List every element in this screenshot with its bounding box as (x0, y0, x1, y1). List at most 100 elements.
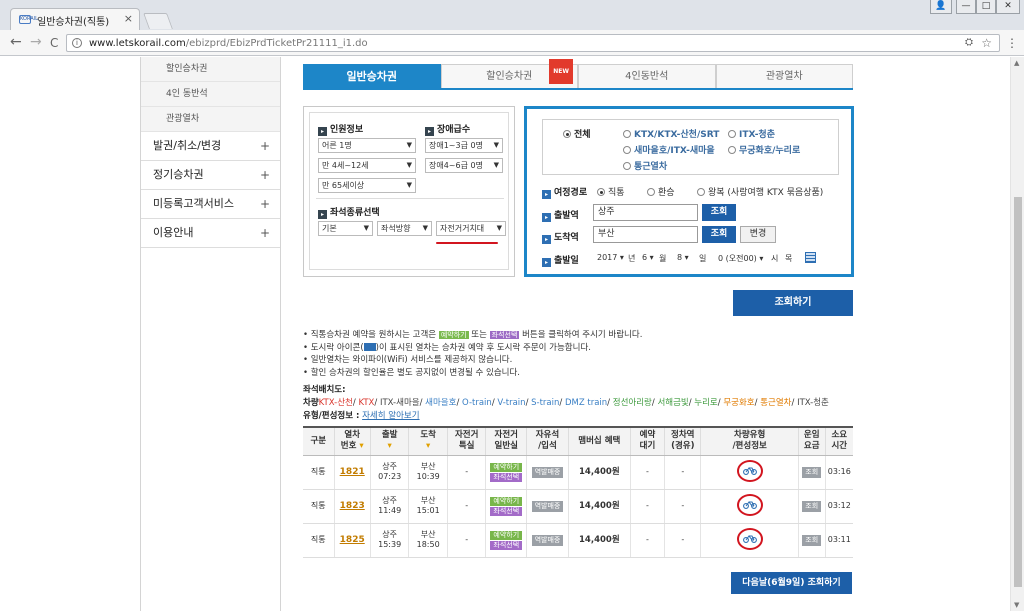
disability-1-3-select[interactable]: 장애1~3급 0명 ▼ (425, 138, 503, 153)
formation-info-link[interactable]: 자세히 알아보기 (362, 411, 419, 421)
row-vehicle-type[interactable] (700, 523, 799, 558)
legend-link[interactable]: 누리로 (694, 398, 717, 408)
year-select[interactable]: 2017 ▾ (597, 253, 624, 262)
tab-tour-train[interactable]: 관광열차 (715, 64, 853, 88)
sidebar-item-season-ticket[interactable]: 정기승차권 + (141, 161, 280, 190)
route-roundtrip-radio[interactable]: 왕복 (사랑여행 KTX 묶음상품) (697, 185, 823, 198)
browser-tab[interactable]: KORAIL 일반승차권(직통) × (10, 8, 140, 30)
seat-direction-select[interactable]: 좌석방향 ▼ (377, 221, 432, 236)
row-train-no[interactable]: 1823 (334, 489, 371, 524)
tab-4seat[interactable]: 4인동반석 (578, 64, 716, 88)
arrival-search-button[interactable]: 조회 (702, 226, 736, 243)
legend-link[interactable]: 정선아리랑 (613, 398, 652, 408)
seat-basic-select[interactable]: 기본 ▼ (318, 221, 373, 236)
maximize-button[interactable]: □ (976, 0, 996, 14)
sidebar-item-guest-service[interactable]: 미등록고객서비스 + (141, 190, 280, 219)
hour-select[interactable]: 0 (오전00) ▾ (718, 253, 763, 264)
tab-title: 일반승차권(직통) (37, 17, 110, 28)
month-select[interactable]: 6 ▾ (642, 253, 654, 262)
bicycle-highlight[interactable] (736, 527, 763, 550)
row-vehicle-type[interactable] (700, 455, 799, 490)
reserve-button[interactable]: 예약하기 (490, 463, 523, 472)
legend-link[interactable]: ITX-청춘 (797, 398, 829, 408)
forward-arrow-icon[interactable]: → (30, 35, 42, 49)
next-day-button[interactable]: 다음날(6월9일) 조회하기 (731, 572, 852, 594)
seat-select-button[interactable]: 좌석선택 (490, 473, 523, 482)
tab-close-icon[interactable]: × (124, 12, 133, 25)
reserve-button[interactable]: 예약하기 (490, 497, 523, 506)
tab-general-ticket[interactable]: 일반승차권 (303, 64, 441, 88)
legend-link[interactable]: 새마을호 (425, 398, 456, 408)
departure-input[interactable]: 상주 (593, 204, 698, 221)
train-type-all-radio[interactable]: 전체 (563, 127, 591, 140)
legend-link[interactable]: ITX-새마을 (380, 398, 420, 408)
info-icon[interactable]: i (72, 38, 82, 48)
col-membership: 맴버십 혜택 (568, 426, 631, 456)
departure-search-button[interactable]: 조회 (702, 204, 736, 221)
child-select[interactable]: 만 4세~12세 ▼ (318, 158, 416, 173)
seat-select-button[interactable]: 좌석선택 (490, 507, 523, 516)
train-type-mugunghwa-radio[interactable]: 무궁화호/누리로 (728, 143, 800, 156)
row-train-no[interactable]: 1821 (334, 455, 371, 490)
scroll-down-icon[interactable]: ▼ (1014, 601, 1019, 609)
fare-lookup-button[interactable]: 조회 (802, 500, 822, 512)
address-bar[interactable]: i www.letskorail.com/ebizprd/EbizPrdTick… (66, 34, 1000, 52)
legend-link[interactable]: 서해금빛 (657, 398, 688, 408)
row-vehicle-type[interactable] (700, 489, 799, 524)
browser-menu-icon[interactable]: ⋮ (1006, 36, 1018, 50)
legend-link[interactable]: DMZ train (565, 398, 607, 408)
legend-link[interactable]: 통근열차 (760, 398, 791, 408)
back-arrow-icon[interactable]: ← (10, 35, 22, 49)
disability-4-6-select[interactable]: 장애4~6급 0명 ▼ (425, 158, 503, 173)
fare-lookup-button[interactable]: 조회 (802, 466, 822, 478)
legend-link[interactable]: S-train (531, 398, 559, 408)
legend-link[interactable]: KTX (358, 398, 374, 408)
col-stops: 정차역 (경유) (664, 426, 702, 456)
tab-discount-ticket[interactable]: 할인승차권 NEW (440, 59, 578, 88)
reserve-button[interactable]: 예약하기 (490, 531, 523, 540)
train-type-ktx-radio[interactable]: KTX/KTX-산천/SRT (623, 127, 719, 140)
row-train-no[interactable]: 1825 (334, 523, 371, 558)
sidebar-item-issue-cancel[interactable]: 발권/취소/변경 + (141, 132, 280, 161)
notice-item: • 할인 승차권의 할인율은 별도 공지없이 변경될 수 있습니다. (303, 367, 521, 378)
route-transfer-radio[interactable]: 환승 (647, 185, 675, 198)
col-kind: 구분 (303, 426, 335, 456)
scrollbar-thumb[interactable] (1014, 197, 1022, 587)
train-type-commute-radio[interactable]: 통근열차 (623, 159, 667, 172)
sidebar-item-discount[interactable]: 할인승차권 (141, 57, 280, 82)
reload-icon[interactable]: C (50, 36, 58, 50)
arrival-input[interactable]: 부산 (593, 226, 698, 243)
fare-lookup-button[interactable]: 조회 (802, 534, 822, 546)
bicycle-highlight[interactable] (736, 459, 763, 482)
translate-icon[interactable]: ⛭ (965, 37, 973, 48)
bookmark-star-icon[interactable]: ☆ (981, 36, 992, 50)
window-close-button[interactable]: ✕ (996, 0, 1020, 14)
new-tab-button[interactable] (143, 13, 173, 29)
train-type-itx-cheongchun-radio[interactable]: ITX-청춘 (728, 127, 775, 140)
user-icon[interactable]: 👤 (930, 0, 952, 14)
row-stops: - (664, 489, 702, 524)
row-bike-general: 예약하기 좌석선택 (485, 489, 528, 524)
swap-stations-button[interactable]: 변경 (740, 226, 776, 243)
lookup-button[interactable]: 조회하기 (733, 290, 853, 316)
adult-select[interactable]: 어른 1명 ▼ (318, 138, 416, 153)
minimize-button[interactable]: — (956, 0, 976, 14)
legend-link[interactable]: KTX-산천 (319, 398, 353, 408)
bike-rack-select[interactable]: 자전거거치대 ▼ (436, 221, 506, 236)
legend-link[interactable]: V-train (497, 398, 525, 408)
table-row: 직통 1823 상주 11:49 부산 15:01- 예약하기 좌석선택 역발매중 14,400원… (303, 489, 853, 524)
sidebar-item-4seat[interactable]: 4인 동반석 (141, 82, 280, 107)
bicycle-highlight[interactable] (736, 493, 763, 516)
scroll-up-icon[interactable]: ▲ (1014, 59, 1019, 67)
legend-link[interactable]: 무궁화호 (723, 398, 754, 408)
seat-select-button[interactable]: 좌석선택 (490, 541, 523, 550)
page-scrollbar[interactable]: ▲ ▼ (1010, 57, 1024, 611)
train-type-saemaeul-radio[interactable]: 새마을호/ITX-새마을 (623, 143, 715, 156)
sidebar-item-tour[interactable]: 관광열차 (141, 107, 280, 132)
legend-link[interactable]: O-train (462, 398, 492, 408)
senior-select[interactable]: 만 65세이상 ▼ (318, 178, 416, 193)
day-select[interactable]: 8 ▾ (677, 253, 689, 262)
calendar-icon[interactable] (805, 252, 816, 263)
route-direct-radio[interactable]: 직통 (597, 185, 625, 198)
sidebar-item-guide[interactable]: 이용안내 + (141, 219, 280, 248)
